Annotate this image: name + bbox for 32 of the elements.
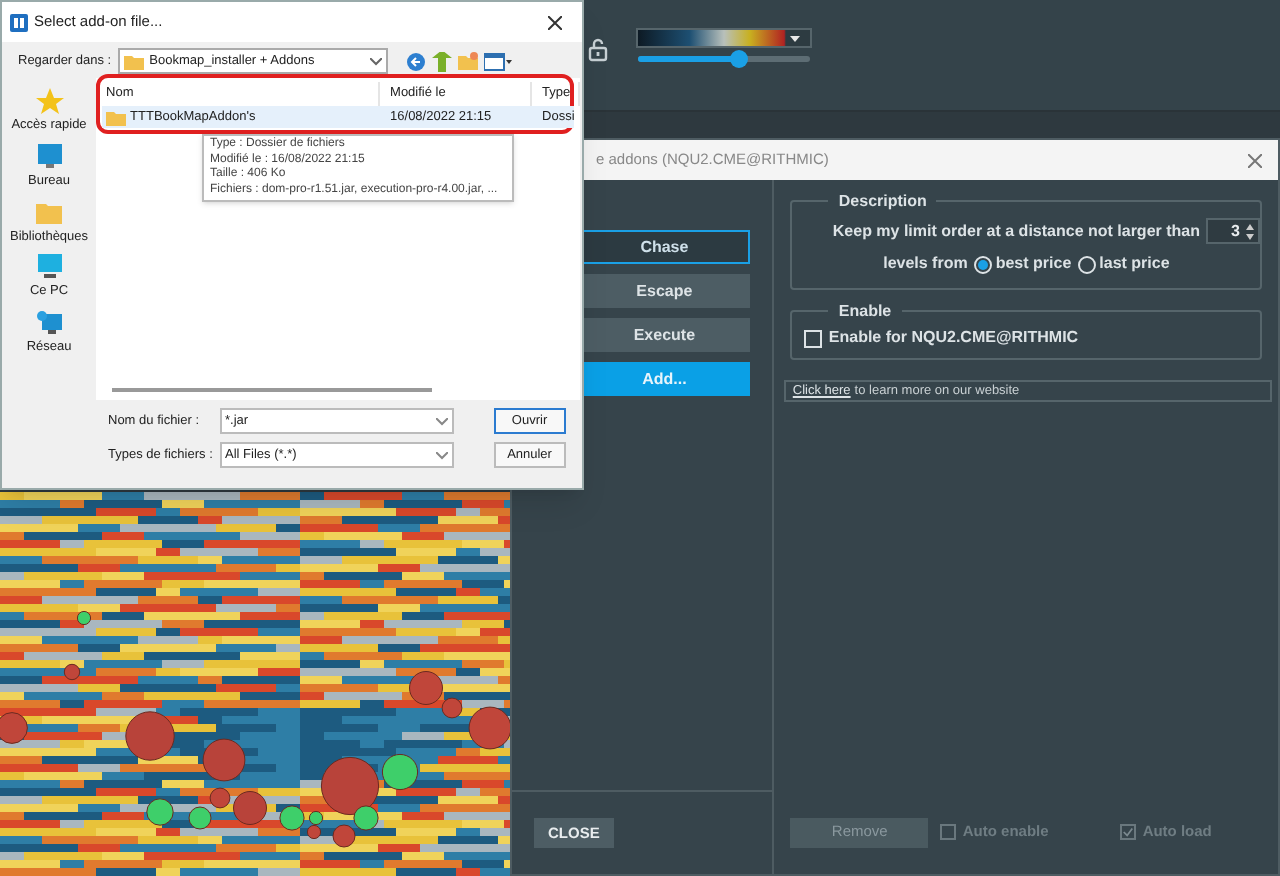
up-arrow-icon[interactable] — [431, 51, 452, 71]
caret-icon — [369, 57, 382, 65]
lock-icon[interactable] — [588, 36, 608, 62]
check-icon — [1122, 826, 1135, 838]
monitor-icon — [35, 143, 64, 170]
caret-icon — [790, 36, 800, 42]
group-heading: Description — [828, 190, 937, 214]
levels-label: levels from — [883, 252, 968, 276]
addon-button[interactable]: Escape — [578, 274, 751, 308]
new-folder-icon[interactable] — [457, 51, 478, 71]
network-icon — [35, 310, 64, 336]
caret-icon — [435, 417, 448, 425]
scrollbar[interactable] — [112, 388, 433, 392]
addon-button[interactable]: Execute — [578, 318, 751, 352]
folder-icon — [123, 53, 144, 69]
distance-spinner[interactable]: 3 — [1206, 218, 1260, 244]
app-icon — [10, 13, 28, 31]
color-scale-dropdown[interactable] — [636, 28, 812, 48]
spinner-arrows-icon[interactable] — [1246, 223, 1254, 239]
radio-option[interactable]: last price — [1077, 252, 1170, 276]
computer-icon — [35, 254, 64, 281]
view-menu-icon[interactable] — [483, 51, 512, 71]
close-icon[interactable] — [548, 15, 562, 29]
star-icon — [35, 88, 63, 114]
back-icon[interactable] — [405, 51, 426, 71]
caret-icon — [435, 451, 448, 459]
enable-checkbox[interactable]: Enable for NQU2.CME@RITHMIC — [804, 326, 1079, 350]
radio-option[interactable]: best price — [973, 252, 1072, 276]
folder-icon — [35, 199, 64, 225]
slider-track[interactable] — [638, 56, 810, 62]
description-text: Keep my limit order at a distance not larger than — [832, 219, 1200, 243]
addon-button[interactable]: Chase — [578, 230, 751, 264]
